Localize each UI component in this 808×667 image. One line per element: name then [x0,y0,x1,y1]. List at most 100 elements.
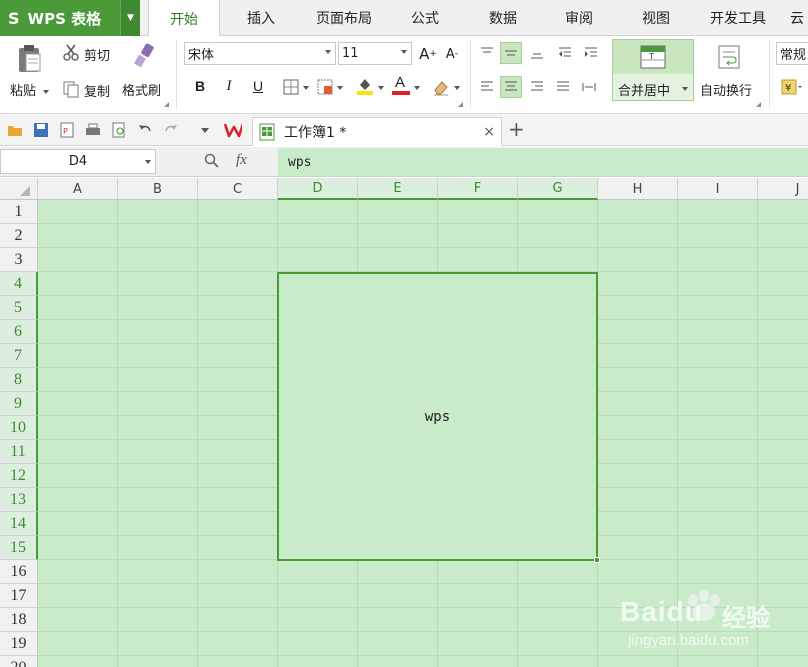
undo-icon[interactable] [136,121,154,139]
font-size-select[interactable]: 11 [338,42,412,65]
italic-button[interactable]: I [219,76,239,96]
tab-page-layout[interactable]: 页面布局 [302,0,386,36]
row-header-5[interactable]: 5 [0,296,38,320]
indent-increase-icon[interactable] [580,42,602,64]
document-tab[interactable]: 工作簿1 * × [252,117,502,146]
column-header-c[interactable]: C [198,178,278,200]
row-header-15[interactable]: 15 [0,536,38,560]
number-format-select[interactable]: 常规 [776,42,808,65]
zoom-icon[interactable] [204,153,220,169]
row-header-10[interactable]: 10 [0,416,38,440]
tab-formulas[interactable]: 公式 [392,0,458,36]
cell-style-icon[interactable] [316,78,334,96]
column-header-j[interactable]: J [758,178,808,200]
tab-cloud[interactable]: 云 [790,0,808,36]
font-grow-button[interactable]: A + [418,44,438,64]
row-header-6[interactable]: 6 [0,320,38,344]
cell-style-dropdown-icon[interactable] [337,86,343,90]
font-dialog-launcher[interactable] [458,102,463,107]
export-pdf-icon[interactable]: P [58,121,76,139]
app-menu-dropdown[interactable]: ▼ [120,0,140,36]
row-header-16[interactable]: 16 [0,560,38,584]
align-bottom-icon[interactable] [526,42,548,64]
formula-input[interactable]: wps [278,148,808,176]
name-box[interactable]: D4 [0,149,156,174]
tab-home[interactable]: 开始 [148,0,220,37]
distributed-icon[interactable] [578,76,600,98]
customize-toolbar-dropdown[interactable] [196,121,214,139]
row-header-7[interactable]: 7 [0,344,38,368]
font-color-button[interactable]: A [392,74,410,96]
row-header-14[interactable]: 14 [0,512,38,536]
font-color-dropdown-icon[interactable] [414,86,420,90]
column-header-h[interactable]: H [598,178,678,200]
chevron-down-icon[interactable] [145,160,151,164]
underline-button[interactable]: U [248,76,268,96]
tab-developer[interactable]: 开发工具 [700,0,776,36]
app-menu-button[interactable]: S WPS 表格 [0,0,120,36]
column-header-e[interactable]: E [358,178,438,200]
eraser-icon[interactable] [432,78,450,96]
bold-button[interactable]: B [190,76,210,96]
close-icon[interactable]: × [483,124,495,140]
row-header-13[interactable]: 13 [0,488,38,512]
save-icon[interactable] [32,121,50,139]
row-header-3[interactable]: 3 [0,248,38,272]
print-icon[interactable] [84,121,102,139]
column-header-f[interactable]: F [438,178,518,200]
font-shrink-button[interactable]: A- [442,44,462,64]
row-header-17[interactable]: 17 [0,584,38,608]
copy-button[interactable]: 复制 [84,81,110,100]
row-header-19[interactable]: 19 [0,632,38,656]
fill-color-icon[interactable] [356,76,374,96]
justify-icon[interactable] [552,76,574,98]
select-all-corner[interactable] [0,178,38,200]
new-tab-button[interactable]: + [508,117,525,141]
column-header-d[interactable]: D [278,178,358,200]
row-header-1[interactable]: 1 [0,200,38,224]
wrap-text-button[interactable]: 自动换行 [700,80,752,99]
merged-cell-d4-g15[interactable]: wps [277,272,598,561]
row-header-18[interactable]: 18 [0,608,38,632]
open-folder-icon[interactable] [6,121,24,139]
row-header-9[interactable]: 9 [0,392,38,416]
column-header-g[interactable]: G [518,178,598,200]
alignment-dialog-launcher[interactable] [756,102,761,107]
paste-icon[interactable] [15,44,43,74]
fill-handle[interactable] [594,557,600,563]
row-header-2[interactable]: 2 [0,224,38,248]
row-header-11[interactable]: 11 [0,440,38,464]
font-name-select[interactable]: 宋体 [184,42,336,65]
redo-icon[interactable] [162,121,180,139]
tab-insert[interactable]: 插入 [226,0,296,36]
column-header-b[interactable]: B [118,178,198,200]
row-header-12[interactable]: 12 [0,464,38,488]
align-center-icon[interactable] [500,76,522,98]
scissors-icon[interactable] [62,44,80,62]
column-header-i[interactable]: I [678,178,758,200]
print-preview-icon[interactable] [110,121,128,139]
align-right-icon[interactable] [526,76,548,98]
wrap-icon[interactable] [716,44,742,70]
indent-decrease-icon[interactable] [554,42,576,64]
row-header-4[interactable]: 4 [0,272,38,296]
align-left-icon[interactable] [476,76,498,98]
currency-icon[interactable]: ¥ [780,78,802,96]
brush-icon[interactable] [132,42,156,70]
tab-review[interactable]: 审阅 [548,0,610,36]
tab-data[interactable]: 数据 [470,0,536,36]
align-top-icon[interactable] [476,42,498,64]
border-icon[interactable] [282,78,300,96]
row-header-20[interactable]: 20 [0,656,38,667]
row-header-8[interactable]: 8 [0,368,38,392]
clipboard-dialog-launcher[interactable] [164,102,169,107]
fill-color-dropdown-icon[interactable] [378,86,384,90]
column-header-a[interactable]: A [38,178,118,200]
cut-button[interactable]: 剪切 [84,45,110,64]
tab-view[interactable]: 视图 [624,0,688,36]
wps-logo-icon[interactable] [224,121,242,139]
paste-button[interactable]: 粘贴 [10,80,50,99]
format-painter-button[interactable]: 格式刷 [122,80,161,99]
border-dropdown-icon[interactable] [303,86,309,90]
merge-icon[interactable]: T [613,40,693,74]
